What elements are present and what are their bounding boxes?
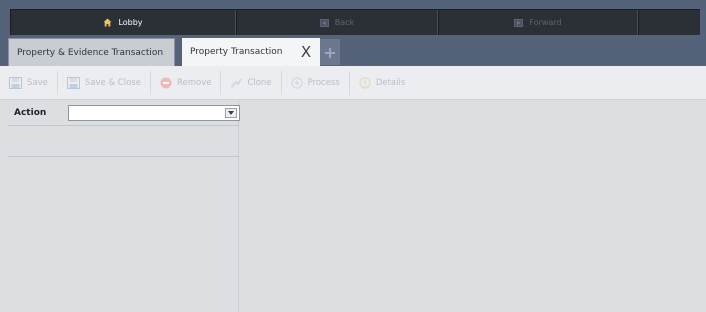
close-tab-button[interactable]: X [298, 43, 314, 61]
lobby-label: Lobby [118, 18, 143, 27]
tab-bar: Property & Evidence Transaction Property… [0, 36, 706, 66]
clone-icon [230, 77, 243, 89]
details-icon [359, 76, 371, 89]
save-button[interactable]: Save [0, 70, 58, 95]
home-icon [103, 18, 112, 27]
remove-label: Remove [176, 77, 212, 88]
toolbar: Save Save & Close Remove Clone Process D… [0, 66, 706, 100]
add-tab-button[interactable] [320, 39, 340, 65]
save-close-icon [66, 76, 80, 89]
clone-button[interactable]: Clone [221, 70, 282, 95]
tab-property-transaction[interactable]: Property Transaction X [182, 38, 320, 66]
back-icon [319, 18, 329, 27]
app-window: Lobby Back Forward Property & Evidence T… [0, 0, 706, 312]
forward-icon [514, 18, 524, 27]
nav-strip: Lobby Back Forward [10, 9, 700, 35]
details-label: Details [375, 77, 406, 88]
save-close-label: Save & Close [84, 77, 141, 88]
tab-label: Property Transaction [190, 47, 283, 57]
save-label: Save [27, 77, 48, 88]
plus-icon [325, 43, 335, 62]
forward-label: Forward [529, 18, 562, 27]
action-dropdown[interactable] [68, 105, 240, 121]
forward-button[interactable]: Forward [438, 10, 638, 35]
process-icon [290, 76, 303, 89]
form-panel: Action [8, 101, 240, 312]
remove-icon [160, 77, 172, 89]
nav-spacer [638, 10, 700, 35]
back-label: Back [334, 18, 355, 27]
divider [8, 156, 239, 157]
tab-property-evidence-transaction[interactable]: Property & Evidence Transaction [8, 38, 175, 66]
remove-button[interactable]: Remove [151, 70, 222, 95]
clone-label: Clone [247, 77, 272, 88]
action-row: Action [8, 101, 240, 125]
top-navigation: Lobby Back Forward [0, 0, 706, 36]
details-button[interactable]: Details [350, 71, 414, 95]
tab-label: Property & Evidence Transaction [17, 47, 164, 58]
main-content-area [240, 101, 706, 312]
process-button[interactable]: Process [282, 70, 350, 95]
save-icon [9, 76, 22, 89]
save-and-close-button[interactable]: Save & Close [58, 70, 151, 95]
process-label: Process [307, 77, 340, 88]
lobby-button[interactable]: Lobby [10, 10, 236, 35]
divider [8, 125, 239, 126]
back-button[interactable]: Back [236, 10, 438, 35]
action-label: Action [14, 108, 47, 118]
chevron-down-icon[interactable] [225, 108, 237, 118]
